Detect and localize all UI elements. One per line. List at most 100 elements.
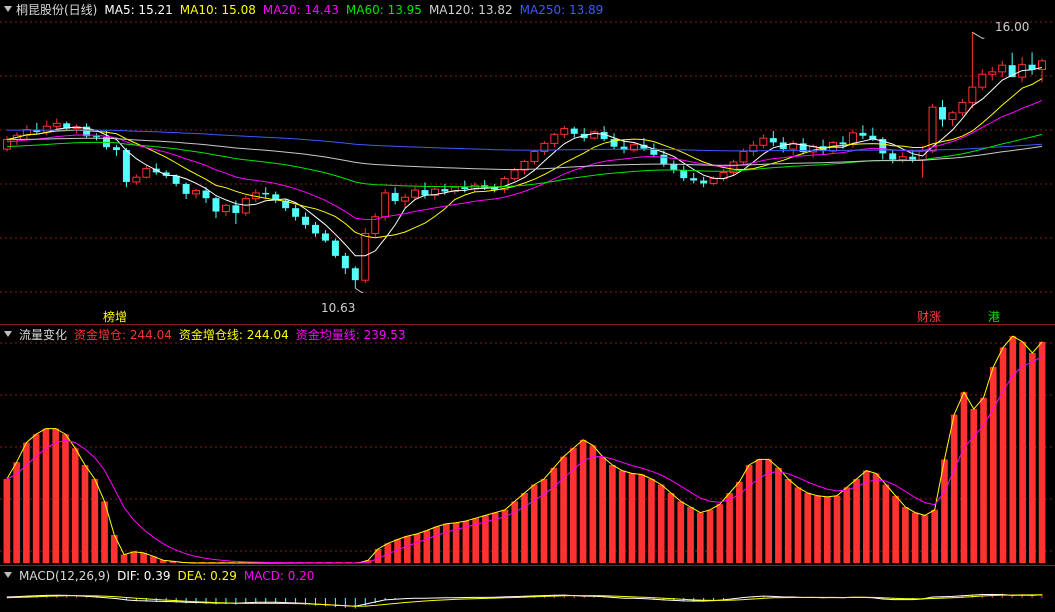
flow-bar (443, 523, 450, 563)
candle-body (670, 163, 678, 171)
high-price-label: 16.00 (995, 20, 1030, 34)
ma5-label: MA5: 15.21 (104, 3, 173, 17)
flow-bar (892, 495, 899, 563)
flow-bar (931, 509, 939, 563)
ma10-line (6, 78, 1043, 239)
flow-panel[interactable]: 流量变化 资金增仓: 244.04 资金增仓线: 244.04 资金均量线: 239.… (0, 325, 1055, 565)
candle-body (461, 187, 469, 190)
flow-bar (130, 551, 138, 563)
flow-bar (3, 479, 11, 563)
flow-bar (784, 479, 792, 563)
candle-body (391, 192, 399, 202)
price-panel[interactable]: 桐昆股份(日线) MA5: 15.21 MA10: 15.08 MA20: 14.43… (0, 0, 1055, 324)
flow-bar (52, 428, 60, 563)
candle-body (909, 156, 917, 160)
flow-bar (989, 367, 997, 563)
flow-bar (950, 414, 958, 563)
flow-bar (521, 493, 528, 563)
candle-body (889, 153, 897, 160)
candle-body (341, 255, 349, 269)
flow-bar (1009, 336, 1017, 563)
flow-header: 流量变化 资金增仓: 244.04 资金增仓线: 244.04 资金均量线: 239.… (4, 328, 413, 342)
flow-label-3: 资金均量线: 239.53 (295, 328, 406, 342)
candle-body (361, 232, 370, 281)
flow-bar (814, 495, 821, 563)
candle-body (262, 192, 270, 195)
flow-bar (902, 507, 909, 563)
candle-body (292, 208, 300, 217)
collapse-triangle-icon[interactable] (4, 572, 12, 578)
candle-body (709, 178, 718, 184)
flow-bar (433, 526, 440, 563)
flow-bar (716, 504, 724, 563)
candle-body (859, 132, 867, 136)
flow-bar (71, 448, 79, 563)
candle-body (550, 133, 559, 144)
candle-body (939, 107, 946, 120)
candle-body (739, 150, 748, 163)
candle-body (660, 154, 668, 164)
stock-title: 桐昆股份(日线) (16, 3, 98, 17)
candle-body (132, 176, 141, 183)
flow-bar (1038, 341, 1046, 563)
flow-bar (745, 465, 753, 563)
flow-bar (667, 493, 675, 563)
flow-bar (687, 507, 694, 563)
flow-bar (726, 493, 733, 563)
candle-body (590, 131, 599, 139)
flow-bar (657, 484, 665, 563)
candle-body (998, 64, 1007, 73)
collapse-triangle-icon[interactable] (4, 6, 12, 12)
ma250-label: MA250: 13.89 (519, 3, 604, 17)
flow-bar (775, 467, 782, 563)
macd-label: MACD: 0.20 (243, 569, 315, 583)
flow-bar (501, 509, 509, 563)
flow-bar (81, 465, 89, 563)
low-price-label: 10.63 (321, 301, 356, 315)
ma20-label: MA20: 14.43 (262, 3, 339, 17)
candle-body (948, 112, 957, 121)
flow-bar (960, 392, 968, 563)
flow-bar (755, 459, 763, 563)
price-chart[interactable] (0, 0, 1055, 324)
flow-bar (618, 470, 626, 563)
flow-bar (570, 448, 577, 563)
flow-bar (638, 474, 646, 563)
candle-body (331, 240, 339, 256)
flow-bar (765, 459, 772, 563)
flow-bar (970, 409, 978, 563)
flow-bar (589, 445, 597, 563)
candle-body (302, 216, 310, 225)
flow-chart[interactable] (0, 325, 1055, 565)
flow-bar (540, 479, 548, 563)
flow-bar (91, 479, 99, 563)
flow-bar (423, 530, 431, 563)
flow-bar (823, 496, 831, 563)
candle-body (680, 170, 688, 179)
event-tag-bangzeng[interactable]: 榜增 (102, 310, 128, 324)
flow-bar (62, 434, 69, 563)
flow-title: 流量变化 (19, 328, 68, 342)
flow-bar (560, 456, 567, 563)
flow-bar (911, 512, 919, 563)
candle-body (560, 128, 569, 135)
candle-body (42, 125, 51, 133)
flow-bar (999, 347, 1007, 563)
event-tag-gang[interactable]: 港 (987, 310, 1001, 324)
candle-body (441, 189, 449, 192)
candle-body (690, 178, 698, 181)
flow-bar (843, 487, 851, 563)
ma120-label: MA120: 13.82 (428, 3, 513, 17)
event-tag-caizhang[interactable]: 财涨 (916, 310, 942, 324)
candle-body (401, 196, 410, 202)
flow-bar (980, 397, 987, 563)
macd-panel[interactable]: MACD(12,26,9) DIF: 0.39 DEA: 0.29 MACD: 0.2… (0, 566, 1055, 612)
collapse-triangle-icon[interactable] (4, 331, 12, 337)
candle-body (172, 175, 180, 184)
flow-bar (530, 484, 538, 563)
candle-body (381, 192, 390, 218)
flow-bar (403, 536, 411, 563)
candle-body (988, 71, 997, 75)
candle-body (958, 101, 967, 114)
macd-header: MACD(12,26,9) DIF: 0.39 DEA: 0.29 MACD: 0.2… (4, 569, 321, 583)
